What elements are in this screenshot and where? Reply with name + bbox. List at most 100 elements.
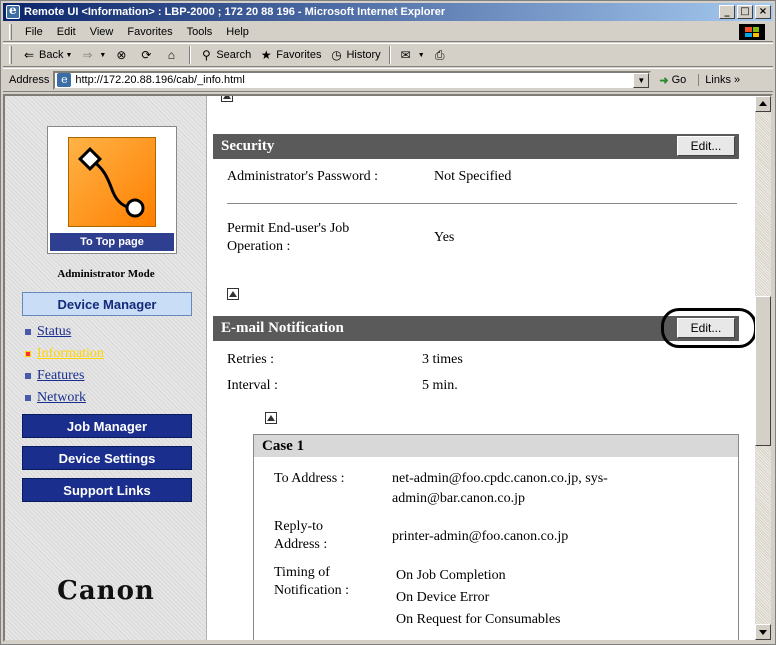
bullet-icon bbox=[25, 395, 31, 401]
back-to-top-icon[interactable] bbox=[227, 288, 239, 300]
links-button[interactable]: Links » bbox=[698, 74, 740, 86]
highlight-ring bbox=[661, 308, 757, 348]
timing-label-line2: Notification : bbox=[274, 583, 350, 598]
toolbar: ⇐ Back ▼ ⇒ ▼ ⊗ ⟳ ⌂ ⚲ Search ★ Favorites … bbox=[3, 43, 773, 67]
mail-icon: ✉ bbox=[400, 48, 411, 62]
permit-value: Yes bbox=[434, 230, 455, 245]
chevron-down-icon: ▼ bbox=[99, 51, 107, 59]
address-input[interactable]: e http://172.20.88.196/cab/_info.html ▼ bbox=[53, 70, 652, 90]
to-address-value-line1: net-admin@foo.cpdc.canon.co.jp, sys- bbox=[392, 471, 608, 486]
favorites-button[interactable]: ★ Favorites bbox=[255, 45, 325, 65]
left-navigation: To Top page Administrator Mode Device Ma… bbox=[5, 96, 207, 640]
menu-bar: File Edit View Favorites Tools Help bbox=[3, 22, 773, 42]
history-button[interactable]: ◷ History bbox=[325, 45, 384, 65]
case-1-header: Case 1 bbox=[254, 435, 738, 457]
page-viewport: To Top page Administrator Mode Device Ma… bbox=[3, 94, 773, 642]
stop-button[interactable]: ⊗ bbox=[110, 45, 135, 65]
sidebar-link-status[interactable]: Status bbox=[25, 324, 71, 340]
top-page-button[interactable]: To Top page bbox=[47, 126, 177, 254]
forward-arrow-icon: ⇒ bbox=[82, 48, 93, 62]
mode-label: Administrator Mode bbox=[57, 268, 155, 280]
windows-logo-icon bbox=[739, 24, 765, 40]
menu-view[interactable]: View bbox=[83, 26, 121, 38]
vertical-scrollbar[interactable] bbox=[755, 96, 771, 640]
address-url: http://172.20.88.196/cab/_info.html bbox=[75, 74, 245, 86]
menu-tools[interactable]: Tools bbox=[180, 26, 220, 38]
sidebar-link-features[interactable]: Features bbox=[25, 368, 84, 384]
minimize-button[interactable]: _ bbox=[719, 5, 735, 19]
device-settings-button[interactable]: Device Settings bbox=[22, 446, 192, 470]
address-label: Address bbox=[9, 74, 50, 86]
security-edit-button[interactable]: Edit... bbox=[677, 136, 735, 156]
job-manager-button[interactable]: Job Manager bbox=[22, 414, 192, 438]
security-title: Security bbox=[221, 138, 275, 154]
favorites-icon: ★ bbox=[260, 48, 272, 62]
menu-edit[interactable]: Edit bbox=[50, 26, 83, 38]
case-1-box: Case 1 To Address : net-admin@foo.cpdc.c… bbox=[253, 434, 739, 640]
go-arrow-icon: ➜ bbox=[659, 74, 669, 87]
chevron-down-icon: ▼ bbox=[65, 51, 73, 59]
scroll-up-icon bbox=[759, 101, 767, 106]
chevron-down-icon: ▼ bbox=[417, 51, 425, 59]
admin-password-value: Not Specified bbox=[434, 169, 512, 184]
address-bar: Address e http://172.20.88.196/cab/_info… bbox=[3, 68, 773, 92]
timing-label-line1: Timing of bbox=[274, 565, 330, 580]
timing-job-completion: On Job Completion bbox=[396, 568, 506, 583]
admin-password-label: Administrator's Password : bbox=[227, 169, 379, 184]
interval-value: 5 min. bbox=[422, 378, 458, 393]
interval-label: Interval : bbox=[227, 378, 278, 393]
reply-to-value: printer-admin@foo.canon.co.jp bbox=[392, 529, 569, 544]
search-button[interactable]: ⚲ Search bbox=[195, 45, 255, 65]
back-to-top-icon[interactable] bbox=[265, 412, 277, 424]
to-address-label: To Address : bbox=[274, 471, 345, 486]
canon-logo: Canon bbox=[57, 576, 155, 606]
remote-ui-logo-icon bbox=[68, 137, 156, 227]
reply-to-label-line1: Reply-to bbox=[274, 519, 323, 534]
address-dropdown-icon[interactable]: ▼ bbox=[633, 72, 650, 88]
history-icon: ◷ bbox=[331, 48, 342, 62]
timing-consumables: On Request for Consumables bbox=[396, 612, 561, 627]
print-button[interactable]: ⎙ bbox=[429, 45, 454, 65]
bullet-icon bbox=[25, 373, 31, 379]
sidebar-link-information[interactable]: Information bbox=[25, 346, 104, 362]
toolbar-separator bbox=[189, 46, 192, 64]
retries-label: Retries : bbox=[227, 352, 275, 367]
print-icon: ⎙ bbox=[434, 48, 445, 62]
toolbar-grip bbox=[9, 46, 12, 64]
support-links-button[interactable]: Support Links bbox=[22, 478, 192, 502]
go-button[interactable]: ➜ Go bbox=[659, 74, 686, 87]
scroll-down-icon bbox=[759, 630, 767, 635]
timing-device-error: On Device Error bbox=[396, 590, 490, 605]
menu-file[interactable]: File bbox=[18, 26, 50, 38]
email-notification-title: E-mail Notification bbox=[221, 320, 344, 336]
to-address-value-line2: admin@bar.canon.co.jp bbox=[392, 491, 526, 506]
scroll-thumb[interactable] bbox=[755, 296, 771, 446]
bullet-icon bbox=[25, 329, 31, 335]
title-bar: Remote UI <Information> : LBP-2000 ; 172… bbox=[3, 3, 773, 21]
back-to-top-icon[interactable] bbox=[221, 96, 233, 102]
permit-label-line1: Permit End-user's Job bbox=[227, 221, 350, 236]
home-icon: ⌂ bbox=[167, 48, 175, 62]
toolbar-separator bbox=[388, 46, 391, 64]
menu-favorites[interactable]: Favorites bbox=[120, 26, 179, 38]
forward-button[interactable]: ⇒ ▼ bbox=[76, 45, 110, 65]
browser-window: Remote UI <Information> : LBP-2000 ; 172… bbox=[0, 0, 776, 645]
close-button[interactable]: × bbox=[755, 5, 771, 19]
refresh-icon: ⟳ bbox=[141, 48, 152, 62]
back-button[interactable]: ⇐ Back ▼ bbox=[18, 45, 76, 65]
device-manager-button[interactable]: Device Manager bbox=[22, 292, 192, 316]
menu-help[interactable]: Help bbox=[219, 26, 256, 38]
menu-grip bbox=[9, 23, 12, 40]
refresh-button[interactable]: ⟳ bbox=[135, 45, 160, 65]
reply-to-label-line2: Address : bbox=[274, 537, 328, 552]
back-arrow-icon: ⇐ bbox=[23, 48, 35, 62]
top-page-label: To Top page bbox=[50, 233, 174, 251]
mail-button[interactable]: ✉ ▼ bbox=[395, 45, 429, 65]
main-content: Security Edit... Administrator's Passwor… bbox=[213, 96, 757, 640]
sidebar-link-network[interactable]: Network bbox=[25, 390, 86, 406]
scroll-down-button[interactable] bbox=[755, 624, 771, 640]
home-button[interactable]: ⌂ bbox=[160, 45, 185, 65]
maximize-button[interactable]: □ bbox=[737, 5, 753, 19]
retries-value: 3 times bbox=[422, 352, 463, 367]
scroll-up-button[interactable] bbox=[755, 96, 771, 112]
